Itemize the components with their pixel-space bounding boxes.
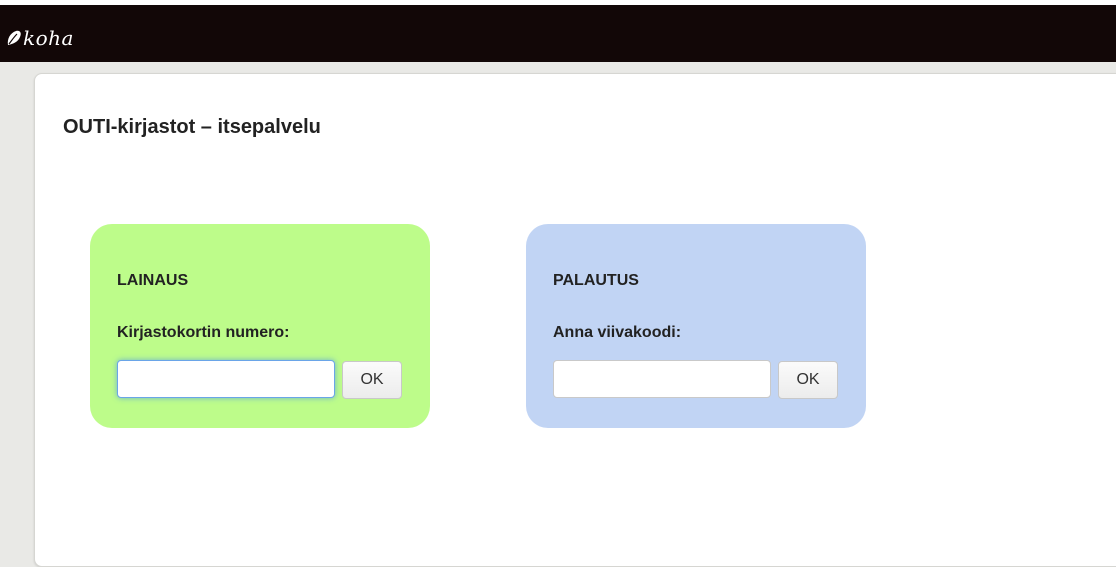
page-title: OUTI-kirjastot – itsepalvelu xyxy=(63,116,321,138)
library-card-number-input[interactable] xyxy=(117,360,335,398)
main-panel: OUTI-kirjastot – itsepalvelu LAINAUS Kir… xyxy=(34,73,1116,567)
checkin-card: PALAUTUS Anna viivakoodi: OK xyxy=(526,224,866,428)
checkin-ok-button[interactable]: OK xyxy=(778,361,838,399)
header-bar: koha xyxy=(0,5,1116,62)
library-card-number-label: Kirjastokortin numero: xyxy=(117,324,290,341)
checkout-title: LAINAUS xyxy=(117,272,189,289)
barcode-input[interactable] xyxy=(553,360,771,398)
barcode-label: Anna viivakoodi: xyxy=(553,324,682,341)
checkout-ok-button[interactable]: OK xyxy=(342,361,402,399)
koha-logo[interactable]: koha xyxy=(6,25,74,51)
logo-text: koha xyxy=(23,26,74,50)
koha-leaf-icon xyxy=(7,30,21,45)
checkin-title: PALAUTUS xyxy=(553,272,639,289)
checkout-card: LAINAUS Kirjastokortin numero: OK xyxy=(90,224,430,428)
top-bar: koha xyxy=(0,0,1116,62)
